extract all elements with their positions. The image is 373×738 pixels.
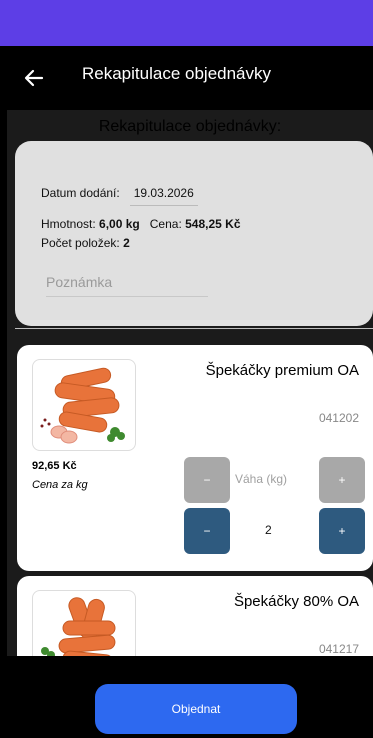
footer-bar: Objednat	[0, 656, 373, 738]
page-title: Rekapitulace objednávky	[82, 64, 272, 83]
price-value: 548,25 Kč	[185, 217, 241, 231]
product-image	[32, 590, 136, 656]
product-card[interactable]: Špekáčky premium OA 041202 92,65 Kč Cena…	[17, 345, 373, 571]
product-name: Špekáčky 80% OA	[233, 593, 359, 610]
product-name: Špekáčky premium OA	[205, 362, 359, 379]
product-price: 92,65 Kč	[32, 460, 77, 472]
price-label: Cena:	[149, 217, 182, 231]
quantity-value: 2	[265, 523, 272, 537]
note-input[interactable]: Poznámka	[46, 274, 208, 297]
quantity-plus-button[interactable]: +	[319, 508, 365, 554]
delivery-date-row: Datum dodání: 19.03.2026	[41, 186, 198, 206]
order-summary-card: Datum dodání: 19.03.2026 Hmotnost: 6,00 k…	[15, 141, 373, 326]
delivery-date-label: Datum dodání:	[41, 186, 120, 200]
product-code: 041217	[318, 642, 359, 656]
item-count-label: Počet položek:	[41, 236, 120, 250]
section-title: Rekapitulace objednávky:	[98, 118, 282, 135]
product-image	[32, 359, 136, 451]
divider	[15, 328, 373, 329]
back-button[interactable]	[20, 62, 52, 94]
app-bar: Rekapitulace objednávky	[0, 46, 373, 110]
status-bar	[0, 0, 373, 46]
item-count-value: 2	[123, 236, 130, 250]
weight-label: Hmotnost:	[41, 217, 96, 231]
weight-price-row: Hmotnost: 6,00 kg Cena: 548,25 Kč	[41, 217, 241, 231]
weight-value: 6,00 kg	[99, 217, 140, 231]
item-count-row: Počet položek: 2	[41, 236, 130, 250]
price-unit: Cena za kg	[32, 479, 88, 491]
delivery-date-field[interactable]: 19.03.2026	[129, 186, 198, 206]
weight-plus-button[interactable]: +	[319, 457, 365, 503]
quantity-minus-button[interactable]: −	[184, 508, 230, 554]
weight-minus-button[interactable]: −	[184, 457, 230, 503]
product-code: 041202	[318, 411, 359, 425]
order-button[interactable]: Objednat	[95, 684, 297, 734]
scroll-content[interactable]: Rekapitulace objednávky: Datum dodání: 19…	[7, 110, 373, 656]
weight-input[interactable]: Váha (kg)	[235, 472, 287, 486]
arrow-left-icon	[24, 69, 44, 87]
product-card[interactable]: Špekáčky 80% OA 041217	[17, 576, 373, 656]
